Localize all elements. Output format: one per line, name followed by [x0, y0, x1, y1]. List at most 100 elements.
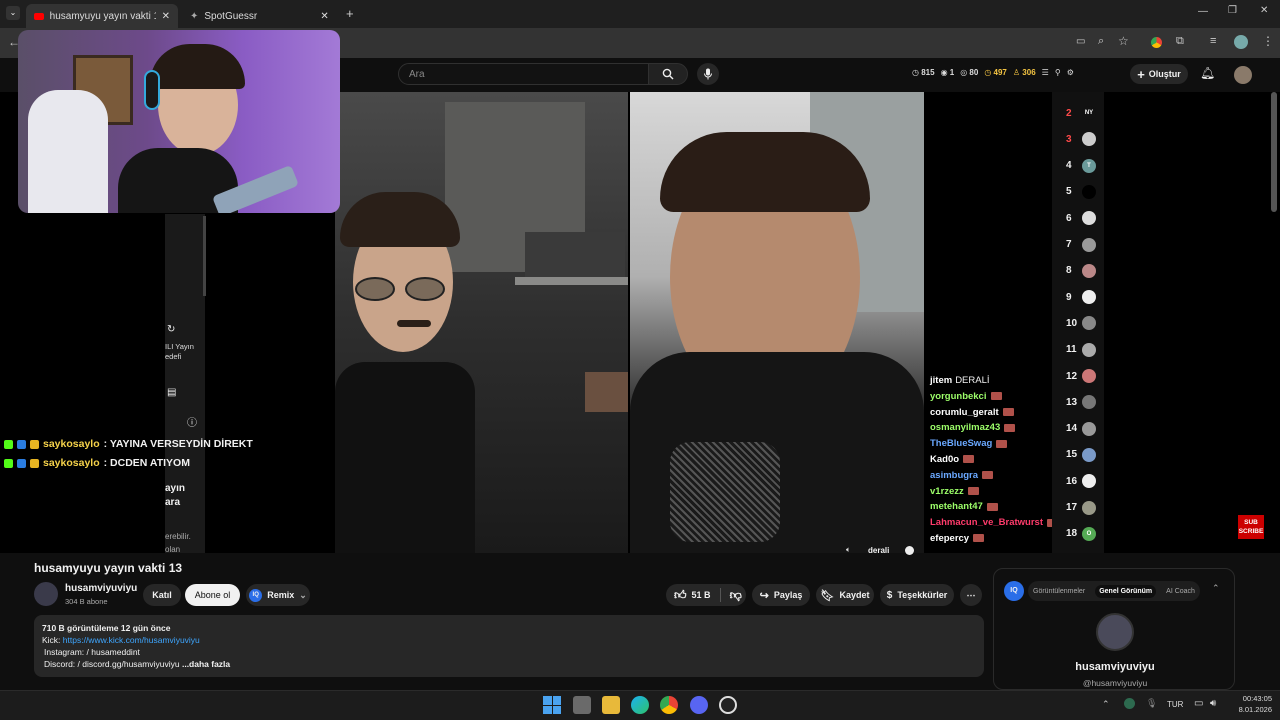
dislike-icon[interactable]: 👎︎: [730, 588, 742, 603]
rank-number: 9: [1066, 291, 1072, 303]
clock-time: 00:43:05: [1242, 694, 1272, 703]
overlay-chat-user: efepercy: [930, 532, 970, 544]
discord-icon[interactable]: [690, 696, 708, 714]
edge-browser-icon[interactable]: [631, 696, 649, 714]
rank-number: 10: [1066, 317, 1078, 329]
close-window-button[interactable]: ✕: [1260, 5, 1268, 16]
tab-ai-coach[interactable]: AI Coach: [1166, 588, 1195, 595]
reading-list-icon[interactable]: ≡: [1210, 35, 1216, 47]
tray-app-icon[interactable]: [1124, 698, 1135, 709]
profile-avatar[interactable]: [1234, 35, 1248, 49]
streamer-webcam: [18, 30, 340, 213]
new-tab-button[interactable]: +: [346, 6, 354, 21]
tab-close-icon[interactable]: ✕: [320, 11, 328, 22]
list-icon[interactable]: ☰: [1042, 68, 1049, 77]
video-description[interactable]: 710 B görüntüleme 12 gün önce Kick: http…: [34, 615, 984, 677]
emote-icon: [996, 439, 1008, 448]
overlay-chat-line: osmanyilmaz43: [930, 422, 1060, 438]
clock-date: 8.01.2026: [1238, 705, 1272, 714]
thanks-button[interactable]: $ Teşekkürler: [880, 584, 954, 606]
eye-stat: ◉ 1: [940, 68, 955, 77]
channel-name[interactable]: husamviyuviyu: [65, 583, 137, 594]
network-icon[interactable]: ▭: [1194, 698, 1203, 709]
stream-chat: saykosaylo : YAYINA VERSEYDİN DİREKT say…: [4, 438, 253, 469]
zoom-icon[interactable]: ⌕: [1098, 35, 1104, 48]
account-avatar[interactable]: [1234, 66, 1252, 84]
join-button[interactable]: Katıl: [143, 584, 181, 606]
windows-start-icon[interactable]: [543, 696, 561, 714]
rank-avatar: [1082, 184, 1096, 199]
save-button[interactable]: 🔖︎ Kaydet: [816, 584, 874, 606]
rank-avatar: [1082, 316, 1096, 331]
search-button[interactable]: [648, 63, 688, 85]
like-count[interactable]: 51 B: [692, 590, 711, 600]
task-view-icon[interactable]: [573, 696, 591, 714]
file-explorer-icon[interactable]: [602, 696, 620, 714]
rank-number: 13: [1066, 396, 1078, 408]
show-more-link[interactable]: ...daha fazla: [182, 659, 230, 669]
clock[interactable]: 00:43:05 8.01.2026: [1232, 693, 1272, 715]
search-input[interactable]: Ara: [398, 63, 650, 85]
overlay-chat-text: DERALİ: [955, 375, 990, 386]
more-actions-button[interactable]: ⋯: [960, 584, 982, 606]
spotguessr-favicon-icon: ✦: [190, 10, 199, 22]
overlay-chat-user: corumlu_geralt: [930, 406, 999, 418]
chrome-browser-icon[interactable]: [660, 696, 678, 714]
leaderboard-row: 6: [1052, 205, 1104, 231]
iq-logo-icon: IQ: [1004, 581, 1024, 601]
analytics-side-panel: IQ Görüntülenmeler Genel Görünüm AI Coac…: [993, 568, 1235, 690]
tab-close-icon[interactable]: ✕: [162, 11, 170, 22]
panel-channel-name: husamviyuviyu: [1075, 661, 1155, 673]
refresh-icon: ↻: [167, 324, 176, 335]
rank-number: 6: [1066, 212, 1072, 224]
remix-button[interactable]: IQ Remix ⌄: [246, 584, 310, 606]
like-icon[interactable]: 👍︎: [674, 588, 687, 603]
overlay-chat-line: asimbugra: [930, 470, 1060, 486]
collapse-icon[interactable]: ⌃: [1212, 583, 1220, 594]
extensions-puzzle-icon[interactable]: ⧉: [1176, 35, 1184, 48]
tray-chevron-icon[interactable]: ⌃: [1102, 699, 1110, 710]
rank-number: 14: [1066, 423, 1078, 435]
chat-text: : DCDEN ATIYOM: [103, 457, 190, 469]
tab-overview[interactable]: Genel Görünüm: [1095, 584, 1157, 598]
browser-tab-bar: ⌄ husamyuyu yayın vakti 13 - You ✕ ✦ Spo…: [0, 0, 1280, 28]
crown-badge-icon: [30, 458, 39, 468]
tab-youtube[interactable]: husamyuyu yayın vakti 13 - You ✕: [26, 4, 178, 28]
tab-spotguessr[interactable]: ✦ SpotGuessr ✕: [182, 4, 340, 28]
page-scrollbar[interactable]: [1271, 92, 1277, 212]
filter-icon[interactable]: ⚲: [1055, 68, 1061, 77]
volume-icon[interactable]: 🔊︎: [1210, 698, 1216, 709]
tab-views[interactable]: Görüntülenmeler: [1033, 588, 1085, 595]
browser-menu-icon[interactable]: ⋮: [1262, 34, 1274, 48]
overlay-chat-line: yorgunbekci: [930, 391, 1060, 407]
panel-text: ayın: [165, 483, 186, 494]
create-button[interactable]: + Oluştur: [1130, 64, 1188, 84]
kitchen-appliance: [525, 232, 625, 277]
channel-avatar[interactable]: [34, 582, 58, 606]
kick-link[interactable]: https://www.kick.com/husamviyuviyu: [63, 635, 200, 645]
share-label: Paylaş: [773, 590, 803, 600]
input-language[interactable]: TUR: [1167, 700, 1183, 709]
obs-icon[interactable]: [719, 696, 737, 714]
leaderboard-row: 3: [1052, 126, 1104, 152]
panel-text: ara: [165, 497, 181, 508]
voice-search-button[interactable]: [697, 63, 719, 85]
discord-line: Discord: / discord.gg/husamviyuviyu: [44, 659, 180, 669]
subscribe-button[interactable]: Abone ol: [185, 584, 240, 606]
tray-mic-icon[interactable]: 🎙︎: [1146, 698, 1157, 709]
extension-icon[interactable]: [1151, 37, 1162, 48]
leaderboard-row: 18 O: [1052, 521, 1104, 547]
minimize-button[interactable]: —: [1198, 6, 1208, 17]
rank-avatar: [1082, 263, 1096, 278]
bell-icon[interactable]: 🔔︎: [1200, 66, 1215, 80]
maximize-button[interactable]: ❐: [1228, 5, 1237, 16]
bookmark-star-icon[interactable]: ☆: [1118, 34, 1129, 48]
rank-number: 12: [1066, 370, 1078, 382]
cast-icon[interactable]: ▭: [1076, 36, 1085, 47]
rank-number: 8: [1066, 265, 1072, 277]
settings-icon[interactable]: ⚙: [1067, 68, 1074, 77]
leaderboard-row: 4T: [1052, 153, 1104, 179]
share-button[interactable]: ↪ Paylaş: [752, 584, 810, 606]
subscriber-count: 304 B abone: [65, 597, 108, 606]
tab-list-button[interactable]: ⌄: [6, 6, 20, 20]
